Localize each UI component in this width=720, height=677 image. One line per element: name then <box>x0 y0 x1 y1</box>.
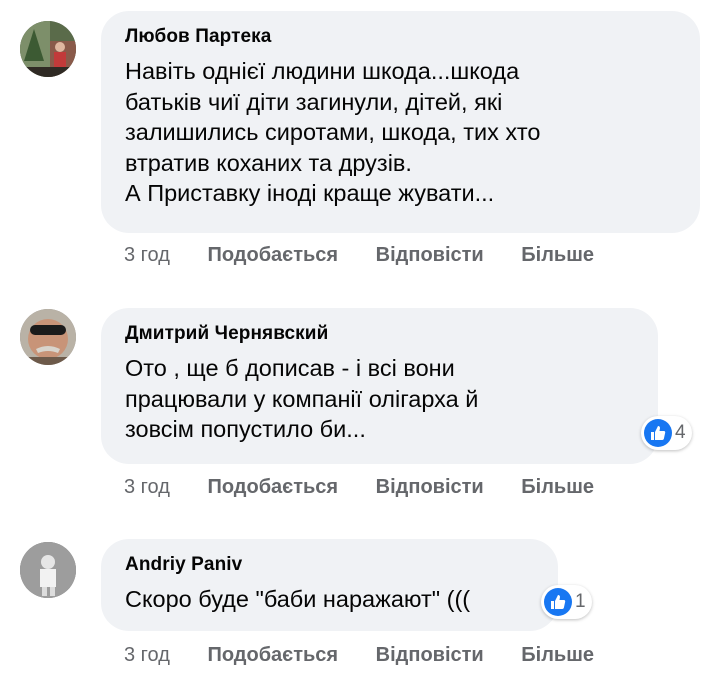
comment-bubble: Andriy Paniv Скоро буде "баби наражают" … <box>101 539 558 631</box>
avatar[interactable] <box>20 309 76 365</box>
reaction-summary[interactable]: 4 <box>641 416 692 450</box>
avatar[interactable] <box>20 542 76 598</box>
reply-button[interactable]: Відповісти <box>376 643 484 667</box>
comment-timestamp[interactable]: 3 год <box>124 643 170 667</box>
comment-timestamp[interactable]: 3 год <box>124 475 170 499</box>
avatar-photo <box>20 309 76 365</box>
more-button[interactable]: Більше <box>521 475 594 499</box>
more-button[interactable]: Більше <box>521 643 594 667</box>
reaction-count: 1 <box>575 591 586 612</box>
comment-text: Скоро буде "баби наражают" ((( <box>125 586 471 612</box>
comment-author[interactable]: Andriy Paniv <box>125 553 534 577</box>
like-icon <box>644 419 672 447</box>
comment-bubble: Дмитрий Чернявский Ото , ще б дописав - … <box>101 308 658 464</box>
reaction-summary[interactable]: 1 <box>541 585 592 619</box>
avatar-photo <box>20 21 76 77</box>
more-button[interactable]: Більше <box>521 243 594 267</box>
comment-actions: 3 год Подобається Відповісти Більше <box>124 475 626 499</box>
like-button[interactable]: Подобається <box>207 643 338 667</box>
comment-bubble: Любов Партека Навіть однієї людини шкода… <box>101 11 700 233</box>
reaction-count: 4 <box>675 422 686 443</box>
like-icon <box>544 588 572 616</box>
avatar-photo <box>20 542 76 598</box>
comment-timestamp[interactable]: 3 год <box>124 243 170 267</box>
reply-button[interactable]: Відповісти <box>376 243 484 267</box>
comment-author[interactable]: Дмитрий Чернявский <box>125 322 634 346</box>
comment-text: Ото , ще б дописав - і всі вони працювал… <box>125 355 479 442</box>
comment-actions: 3 год Подобається Відповісти Більше <box>124 243 626 267</box>
comment-author[interactable]: Любов Партека <box>125 25 676 49</box>
reply-button[interactable]: Відповісти <box>376 475 484 499</box>
like-button[interactable]: Подобається <box>207 475 338 499</box>
comment-text: Навіть однієї людини шкода...шкода батьк… <box>125 58 541 206</box>
avatar[interactable] <box>20 21 76 77</box>
like-button[interactable]: Подобається <box>207 243 338 267</box>
comment-actions: 3 год Подобається Відповісти Більше <box>124 643 626 667</box>
